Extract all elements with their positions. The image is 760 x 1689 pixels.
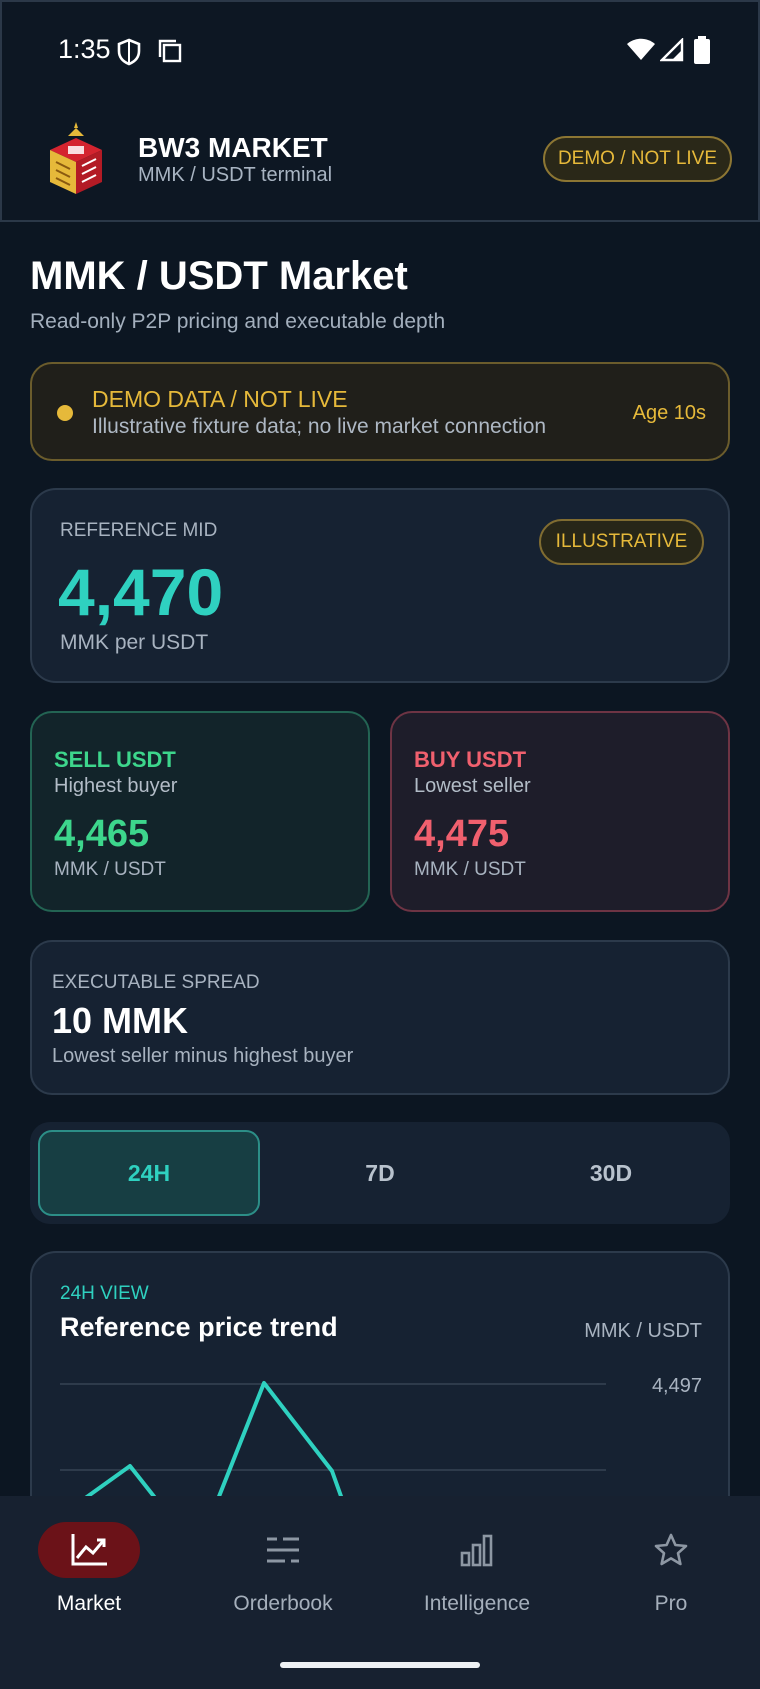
star-icon: [654, 1533, 688, 1566]
spread-subtitle: Lowest seller minus highest buyer: [52, 1045, 354, 1067]
trend-title: Reference price trend: [60, 1312, 338, 1342]
trend-max-label: 4,497: [651, 1375, 702, 1397]
nav-intelligence[interactable]: Intelligence: [382, 1522, 572, 1632]
nav-intelligence-label: Intelligence: [423, 1592, 531, 1615]
nav-pro-label: Pro: [654, 1592, 688, 1615]
banner-title: DEMO DATA / NOT LIVE: [92, 386, 348, 412]
chart-line-icon: [71, 1534, 107, 1566]
copy-icon: [158, 39, 182, 63]
nav-orderbook-label: Orderbook: [233, 1592, 333, 1615]
reference-mid-label: REFERENCE MID: [60, 520, 218, 541]
buy-unit: MMK / USDT: [414, 859, 526, 880]
app-header: BW3 MARKET MMK / USDT terminal DEMO / NO…: [0, 100, 760, 222]
bottom-navigation: Market Orderbook Intelligence Pro: [0, 1496, 760, 1689]
data-age: Age 10s: [632, 402, 706, 424]
buy-usdt-card[interactable]: BUY USDT Lowest seller 4,475 MMK / USDT: [390, 711, 730, 912]
brand-subtitle: MMK / USDT terminal: [138, 164, 333, 186]
status-dot-icon: [57, 405, 73, 421]
signal-icon: [660, 38, 684, 62]
reference-mid-value: 4,470: [58, 555, 224, 629]
sell-subtitle: Highest buyer: [54, 775, 178, 797]
home-indicator[interactable]: [280, 1662, 480, 1668]
executable-spread-card: EXECUTABLE SPREAD 10 MMK Lowest seller m…: [30, 940, 730, 1095]
spread-value: 10 MMK: [52, 1000, 189, 1041]
nav-orderbook[interactable]: Orderbook: [188, 1522, 378, 1632]
wifi-icon: [627, 38, 655, 60]
sell-title: SELL USDT: [54, 747, 176, 772]
nav-pro-pill: [620, 1522, 722, 1578]
demo-badge[interactable]: DEMO / NOT LIVE: [543, 136, 732, 182]
page-subtitle: Read-only P2P pricing and executable dep…: [30, 310, 446, 333]
buy-title: BUY USDT: [414, 747, 527, 772]
nav-market[interactable]: Market: [0, 1522, 184, 1632]
buy-value: 4,475: [414, 813, 510, 855]
list-icon: [267, 1537, 299, 1563]
nav-orderbook-pill: [232, 1522, 334, 1578]
range-selector: 24H 7D 30D: [30, 1122, 730, 1224]
trend-unit: MMK / USDT: [584, 1320, 702, 1342]
status-bar: 1:35: [0, 0, 760, 100]
page-title: MMK / USDT Market: [30, 254, 408, 298]
reference-mid-card: REFERENCE MID 4,470 MMK per USDT ILLUSTR…: [30, 488, 730, 683]
trend-line: [216, 1381, 344, 1500]
nav-pro[interactable]: Pro: [576, 1522, 760, 1632]
buy-subtitle: Lowest seller: [414, 775, 531, 797]
banner-text: Illustrative fixture data; no live marke…: [92, 415, 547, 438]
nav-market-label: Market: [56, 1592, 122, 1615]
sell-usdt-card[interactable]: SELL USDT Highest buyer 4,465 MMK / USDT: [30, 711, 370, 912]
illustrative-badge: ILLUSTRATIVE: [539, 519, 704, 565]
reference-mid-unit: MMK per USDT: [60, 631, 209, 654]
brand-logo: [50, 122, 102, 194]
nav-market-pill: [38, 1522, 140, 1578]
spread-label: EXECUTABLE SPREAD: [52, 972, 260, 993]
trend-kicker: 24H VIEW: [60, 1283, 149, 1304]
demo-data-banner: DEMO DATA / NOT LIVE Illustrative fixtur…: [30, 362, 730, 461]
sell-unit: MMK / USDT: [54, 859, 166, 880]
tab-30d[interactable]: 30D: [500, 1130, 722, 1216]
status-time: 1:35: [58, 34, 111, 64]
tab-24h[interactable]: 24H: [38, 1130, 260, 1216]
brand-title: BW3 MARKET: [138, 132, 328, 163]
sell-value: 4,465: [54, 813, 150, 855]
bar-chart-icon: [460, 1534, 493, 1567]
battery-icon: [694, 36, 710, 64]
shield-icon: [117, 38, 141, 66]
tab-7d[interactable]: 7D: [269, 1130, 491, 1216]
nav-intelligence-pill: [426, 1522, 528, 1578]
